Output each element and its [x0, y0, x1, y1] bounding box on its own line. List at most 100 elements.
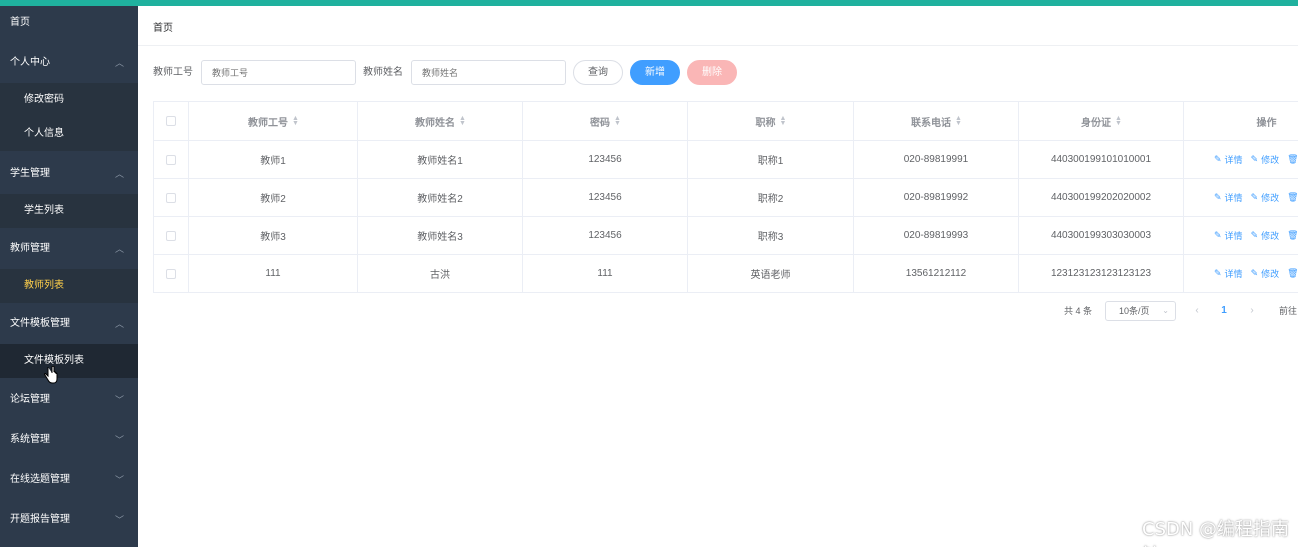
sidebar-group-personal[interactable]: 个人中心 ︿ [0, 46, 138, 80]
delete-link[interactable]: 🗑 [1287, 154, 1298, 165]
sidebar-item-label: 论坛管理 [10, 394, 50, 405]
detail-label: 详情 [1224, 155, 1243, 165]
column-header-phone[interactable]: 联系电话 ▲ ▼ [854, 102, 1019, 140]
delete-button[interactable]: 删除 [687, 60, 737, 85]
edit-link[interactable]: ✎ 修改 [1251, 153, 1280, 166]
detail-link[interactable]: ✎ 详情 [1214, 153, 1243, 166]
sort-icon[interactable]: ▲ ▼ [614, 115, 621, 127]
row-checkbox[interactable] [166, 192, 176, 203]
cell-phone: 13561212112 [854, 255, 1019, 292]
delete-link[interactable]: 🗑 [1287, 192, 1298, 203]
sidebar-item-change-password[interactable]: 修改密码 [0, 83, 138, 117]
sidebar-item-label: 系统管理 [10, 434, 50, 445]
table-row: 教师1 教师姓名1 123456 职称1 020-89819991 440300… [154, 141, 1298, 179]
sidebar-item-file-template-list[interactable]: 文件模板列表 [0, 344, 138, 378]
sidebar-item-label: 修改密码 [24, 94, 64, 105]
teacher-name-label: 教师姓名 [363, 67, 403, 78]
sort-icon[interactable]: ▲ ▼ [459, 115, 466, 127]
sidebar-item-label: 在线选题管理 [10, 474, 70, 485]
delete-link[interactable]: 🗑 [1287, 230, 1298, 241]
teacher-name-input[interactable] [411, 60, 566, 85]
edit-label: 修改 [1261, 231, 1280, 241]
column-header-teacher-id[interactable]: 教师工号 ▲ ▼ [189, 102, 358, 140]
edit-icon: ✎ [1250, 192, 1259, 202]
sort-icon[interactable]: ▲ ▼ [780, 115, 787, 127]
trash-icon: 🗑 [1287, 230, 1298, 240]
edit-icon: ✎ [1250, 230, 1259, 240]
cell-phone: 020-89819992 [854, 179, 1019, 216]
edit-icon: ✎ [1250, 154, 1259, 164]
watermark: CSDN @编程指南针 [1142, 519, 1290, 547]
edit-icon: ✎ [1214, 154, 1222, 164]
trash-icon: 🗑 [1287, 192, 1298, 202]
sidebar-item-student-list[interactable]: 学生列表 [0, 194, 138, 228]
cell-teacher-id: 教师2 [189, 179, 358, 216]
select-all-checkbox[interactable] [166, 116, 176, 126]
sidebar-item-personal-info[interactable]: 个人信息 [0, 117, 138, 151]
sidebar-group-forum[interactable]: 论坛管理 ﹀ [0, 383, 138, 417]
chevron-down-icon: ﹀ [114, 475, 124, 485]
teacher-id-label: 教师工号 [153, 67, 193, 78]
sort-icon[interactable]: ▲ ▼ [1115, 115, 1122, 127]
column-header-password[interactable]: 密码 ▲ ▼ [523, 102, 688, 140]
next-page-button[interactable]: › [1242, 301, 1262, 321]
table-row: 111 古洪 111 英语老师 13561212112 123123123123… [154, 255, 1298, 293]
sidebar-group-file-templates[interactable]: 文件模板管理 ︿ [0, 307, 138, 341]
sidebar-group-students[interactable]: 学生管理 ︿ [0, 157, 138, 191]
cell-actions: ✎ 详情 ✎ 修改 🗑 [1184, 217, 1298, 254]
row-checkbox[interactable] [166, 154, 176, 165]
page-number-1[interactable]: 1 [1214, 301, 1234, 321]
cell-idcard: 123123123123123123 [1019, 255, 1184, 292]
sidebar-item-label: 学生管理 [10, 168, 50, 179]
column-header-idcard[interactable]: 身份证 ▲ ▼ [1019, 102, 1184, 140]
sidebar-group-opening-report[interactable]: 开题报告管理 ﹀ [0, 503, 138, 537]
sidebar-group-teachers[interactable]: 教师管理 ︿ [0, 232, 138, 266]
detail-link[interactable]: ✎ 详情 [1214, 229, 1243, 242]
cell-title: 职称2 [688, 179, 854, 216]
sidebar-item-home[interactable]: 首页 [0, 6, 138, 40]
select-all-cell [154, 102, 189, 140]
hand-cursor-icon [44, 366, 58, 384]
cell-idcard: 440300199101010001 [1019, 141, 1184, 178]
row-select-cell [154, 179, 189, 216]
sidebar-group-system[interactable]: 系统管理 ﹀ [0, 423, 138, 457]
sidebar-item-label: 个人中心 [10, 57, 50, 68]
edit-link[interactable]: ✎ 修改 [1251, 267, 1280, 280]
edit-icon: ✎ [1214, 192, 1222, 202]
row-select-cell [154, 217, 189, 254]
edit-link[interactable]: ✎ 修改 [1251, 229, 1280, 242]
column-header-teacher-name[interactable]: 教师姓名 ▲ ▼ [358, 102, 523, 140]
cell-teacher-name: 教师姓名3 [358, 217, 523, 254]
cell-teacher-id: 111 [189, 255, 358, 292]
query-button[interactable]: 查询 [573, 60, 623, 85]
breadcrumb[interactable]: 首页 [153, 19, 173, 34]
prev-page-button[interactable]: ‹ [1187, 301, 1207, 321]
cell-idcard: 440300199202020002 [1019, 179, 1184, 216]
sidebar-item-label: 首页 [10, 17, 30, 28]
row-checkbox[interactable] [166, 230, 176, 241]
detail-link[interactable]: ✎ 详情 [1214, 191, 1243, 204]
header-divider [138, 45, 1298, 46]
detail-link[interactable]: ✎ 详情 [1214, 267, 1243, 280]
page-size-select[interactable]: 10条/页 ⌄ [1105, 301, 1176, 321]
chevron-up-icon: ︿ [114, 169, 124, 179]
chevron-down-icon: ﹀ [114, 395, 124, 405]
pagination-total: 共 4 条 [1064, 306, 1093, 316]
sidebar-group-online-topics[interactable]: 在线选题管理 ﹀ [0, 463, 138, 497]
edit-link[interactable]: ✎ 修改 [1251, 191, 1280, 204]
cell-password: 123456 [523, 141, 688, 178]
teacher-id-input[interactable] [201, 60, 356, 85]
table-row: 教师2 教师姓名2 123456 职称2 020-89819992 440300… [154, 179, 1298, 217]
cell-phone: 020-89819991 [854, 141, 1019, 178]
column-header-title[interactable]: 职称 ▲ ▼ [688, 102, 854, 140]
detail-label: 详情 [1224, 231, 1243, 241]
sidebar-item-teacher-list[interactable]: 教师列表 [0, 269, 138, 303]
sort-icon[interactable]: ▲ ▼ [955, 115, 962, 127]
delete-link[interactable]: 🗑 [1287, 268, 1298, 279]
main-content: 首页 教师工号 教师姓名 查询 新增 删除 教师工号 ▲▼ 教师姓名 ▲▼ 密码 ▲▼… [138, 6, 1298, 547]
sidebar-item-label: 教师管理 [10, 243, 50, 254]
sort-icon[interactable]: ▲ ▼ [292, 115, 299, 127]
add-button[interactable]: 新增 [630, 60, 680, 85]
row-checkbox[interactable] [166, 268, 176, 279]
cell-title: 职称1 [688, 141, 854, 178]
